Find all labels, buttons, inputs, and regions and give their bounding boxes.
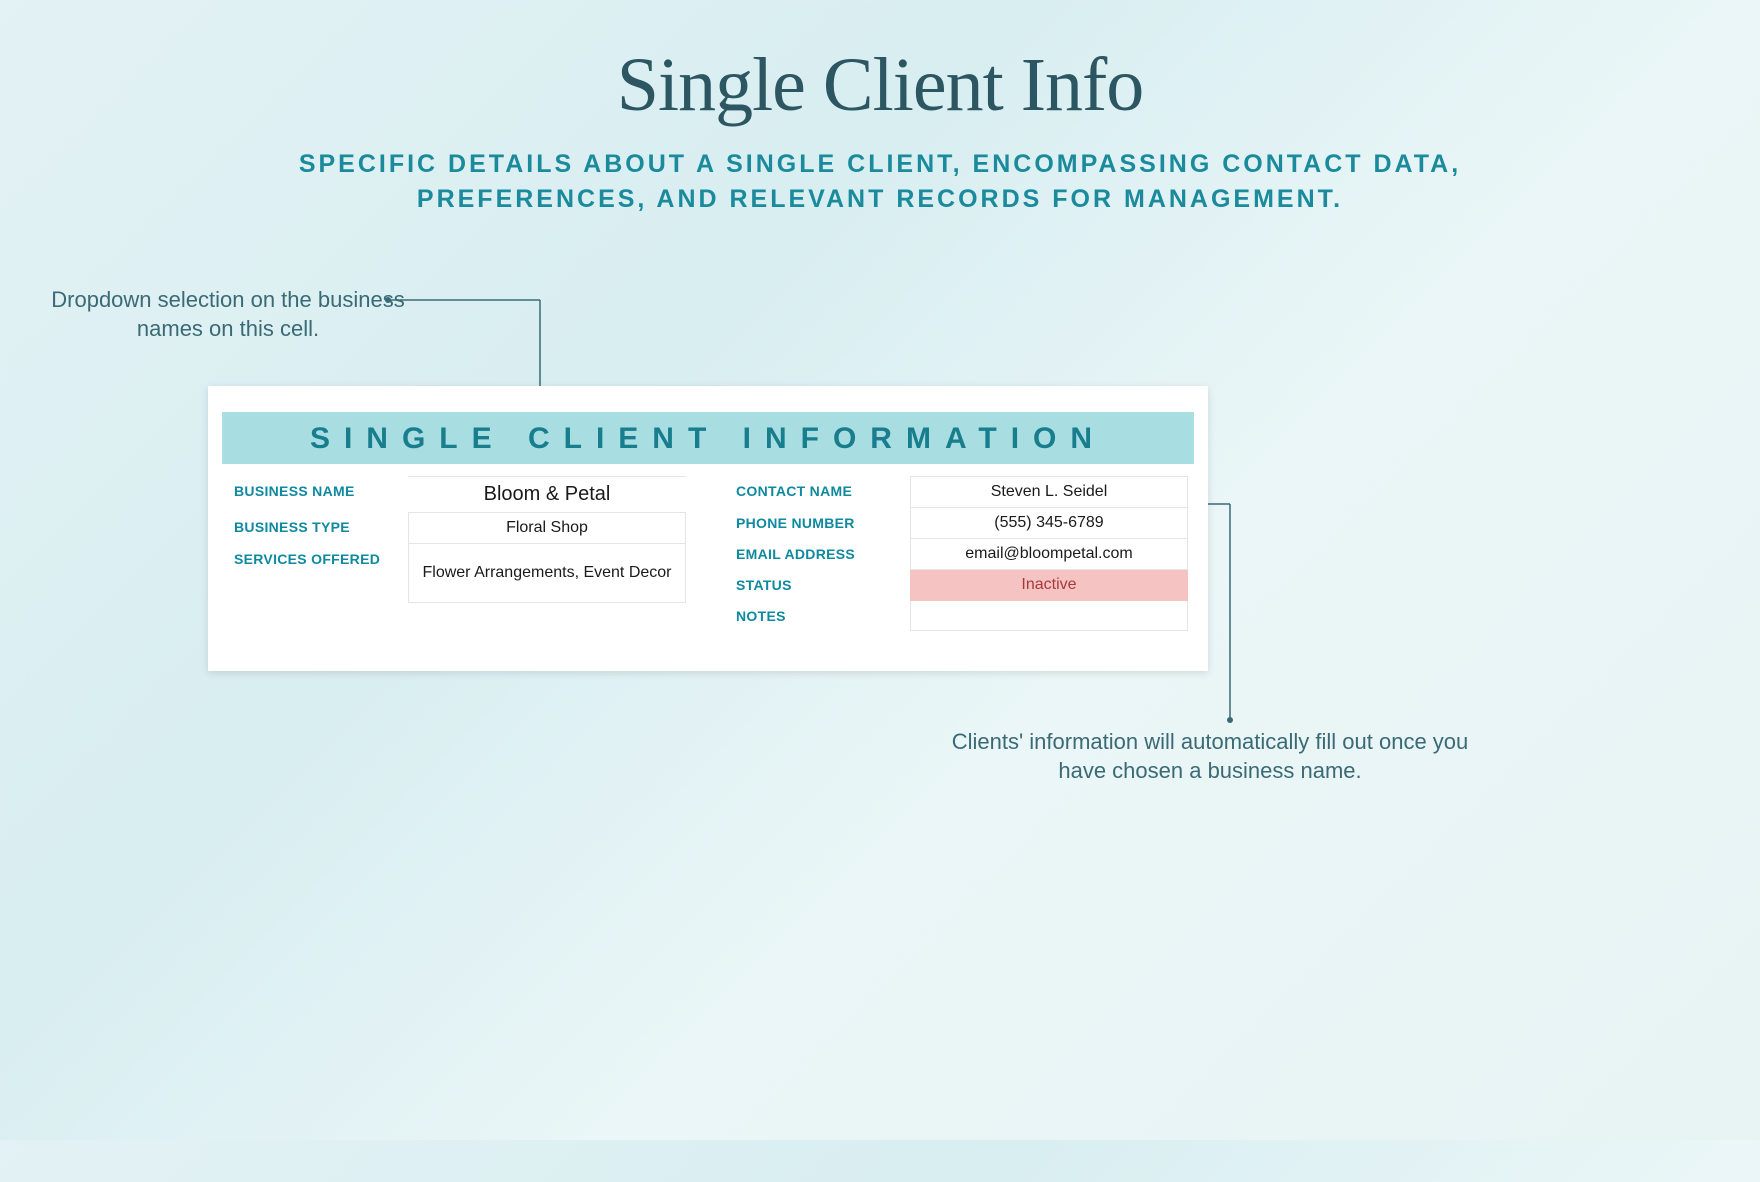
value-services: Flower Arrangements, Event Decor — [408, 544, 686, 603]
value-contact-name: Steven L. Seidel — [910, 476, 1188, 508]
page-title: Single Client Info — [0, 42, 1760, 129]
right-column: CONTACT NAME Steven L. Seidel PHONE NUMB… — [730, 476, 1188, 631]
card-banner: SINGLE CLIENT INFORMATION — [222, 412, 1194, 464]
business-name-dropdown[interactable]: Bloom & Petal — [408, 476, 686, 512]
annotation-autofill-note: Clients' information will automatically … — [940, 728, 1480, 785]
label-notes: NOTES — [730, 601, 910, 631]
label-email: EMAIL ADDRESS — [730, 539, 910, 570]
label-contact-name: CONTACT NAME — [730, 476, 910, 508]
page-subtitle: SPECIFIC DETAILS ABOUT A SINGLE CLIENT, … — [240, 147, 1520, 217]
value-phone: (555) 345-6789 — [910, 508, 1188, 539]
left-column: BUSINESS NAME Bloom & Petal BUSINESS TYP… — [228, 476, 686, 631]
client-info-card: SINGLE CLIENT INFORMATION BUSINESS NAME … — [208, 386, 1208, 671]
label-phone: PHONE NUMBER — [730, 508, 910, 539]
value-email: email@bloompetal.com — [910, 539, 1188, 570]
value-status: Inactive — [910, 570, 1188, 601]
value-notes — [910, 601, 1188, 631]
label-business-name: BUSINESS NAME — [228, 476, 408, 512]
value-business-type: Floral Shop — [408, 512, 686, 544]
label-business-type: BUSINESS TYPE — [228, 512, 408, 544]
label-status: STATUS — [730, 570, 910, 601]
annotation-dropdown-note: Dropdown selection on the business names… — [48, 286, 408, 343]
label-services: SERVICES OFFERED — [228, 544, 408, 603]
